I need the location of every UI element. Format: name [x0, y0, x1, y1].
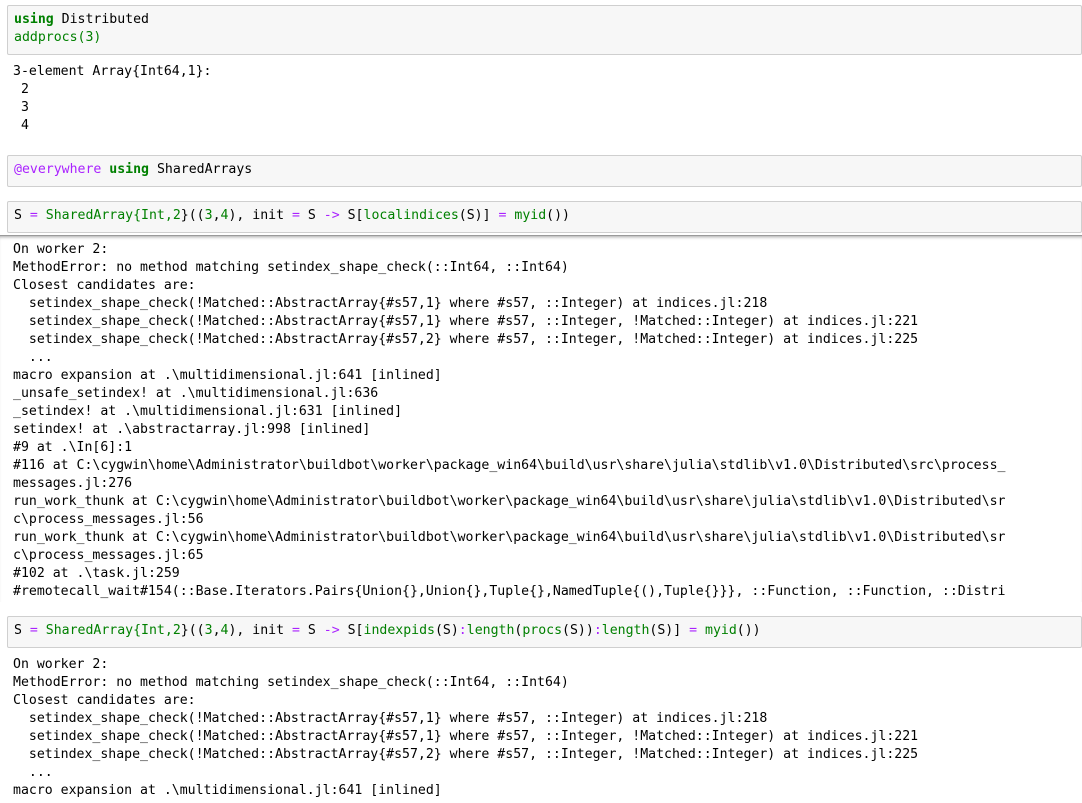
code-token: =: [29, 623, 38, 638]
code-token: }((: [180, 208, 205, 223]
code-token: 2: [172, 623, 181, 638]
code-token: (S): [434, 623, 459, 638]
output-line: setindex_shape_check(!Matched::AbstractA…: [13, 332, 919, 347]
code-token: @everywhere: [14, 162, 102, 177]
output-line: setindex_shape_check(!Matched::AbstractA…: [13, 296, 768, 311]
code-token: S: [299, 623, 324, 638]
output-line: macro expansion at .\multidimensional.jl…: [13, 783, 442, 798]
output-line: setindex_shape_check(!Matched::AbstractA…: [13, 729, 919, 744]
output-line: _unsafe_setindex! at .\multidimensional.…: [13, 386, 379, 401]
code-token: SharedArray{Int,: [37, 208, 173, 223]
code-token: S[: [339, 623, 364, 638]
code-token: ), init: [228, 208, 292, 223]
output-line: ...: [13, 765, 53, 780]
code-token: length: [466, 623, 515, 638]
output-line: MethodError: no method matching setindex…: [13, 675, 569, 690]
code-token: using: [14, 12, 54, 27]
code-token: =: [29, 208, 38, 223]
output-line: On worker 2:: [13, 242, 109, 257]
code-token: ): [562, 208, 570, 223]
code-token: length: [601, 623, 650, 638]
output-line: #9 at .\In[6]:1: [13, 440, 133, 455]
code-token: S: [299, 208, 324, 223]
output-line: MethodError: no method matching setindex…: [13, 260, 569, 275]
code-line: using Distributed: [14, 11, 1075, 29]
code-token: S: [14, 208, 30, 223]
code-token: indexpids: [363, 623, 435, 638]
output-line: run_work_thunk at C:\cygwin\home\Adminis…: [13, 494, 1006, 509]
output-line: #remotecall_wait#154(::Base.Iterators.Pa…: [13, 584, 1006, 599]
output-line: c\process_messages.jl:56: [13, 512, 204, 527]
output-line: Closest candidates are:: [13, 693, 196, 708]
output-line: 2: [13, 82, 29, 97]
code-token: SharedArrays: [149, 162, 253, 177]
output-line: #116 at C:\cygwin\home\Administrator\bui…: [13, 458, 1006, 473]
output-line: #102 at .\task.jl:259: [13, 566, 180, 581]
code-token: S[: [339, 208, 364, 223]
code-token: Distributed: [53, 12, 149, 27]
code-cell-input-3[interactable]: S = SharedArray{Int,2}((3,4), init = S -…: [7, 201, 1082, 233]
output-line: c\process_messages.jl:65: [13, 548, 204, 563]
code-token: using: [109, 162, 149, 177]
code-token: =: [292, 623, 300, 638]
code-token: }((: [180, 623, 205, 638]
code-token: ->: [323, 208, 340, 223]
code-cell-input-4[interactable]: S = SharedArray{Int,2}((3,4), init = S -…: [7, 616, 1082, 648]
output-line: setindex_shape_check(!Matched::AbstractA…: [13, 314, 919, 329]
code-token: localindices: [363, 208, 459, 223]
code-line: S = SharedArray{Int,2}((3,4), init = S -…: [14, 622, 1075, 640]
output-line: ...: [13, 350, 53, 365]
code-cell-input-1[interactable]: using Distributed addprocs(3): [7, 5, 1082, 55]
code-token: ,: [212, 208, 221, 223]
code-token: myid: [705, 623, 737, 638]
code-token: addprocs(3): [14, 30, 102, 45]
code-token: ()): [736, 623, 761, 638]
code-token: 3: [204, 623, 213, 638]
code-line: S = SharedArray{Int,2}((3,4), init = S -…: [14, 207, 1075, 225]
output-line: setindex_shape_check(!Matched::AbstractA…: [13, 747, 919, 762]
output-line: setindex_shape_check(!Matched::AbstractA…: [13, 711, 768, 726]
code-token: :: [458, 623, 467, 638]
code-cell-output-3-scroll-area[interactable]: On worker 2: MethodError: no method match…: [0, 235, 1082, 602]
output-line: _setindex! at .\multidimensional.jl:631 …: [13, 404, 403, 419]
code-token: 3: [204, 208, 213, 223]
code-token: procs: [522, 623, 563, 638]
code-cell-input-2[interactable]: @everywhere using SharedArrays: [7, 155, 1082, 187]
output-line: On worker 2:: [13, 657, 109, 672]
code-token: (S)): [562, 623, 594, 638]
code-token: =: [292, 208, 300, 223]
code-token: SharedArray{Int,: [37, 623, 173, 638]
output-line: 3-element Array{Int64,1}:: [13, 64, 212, 79]
output-line: messages.jl:276: [13, 476, 133, 491]
code-line: addprocs(3): [14, 29, 1075, 47]
code-cell-output-4: On worker 2: MethodError: no method match…: [0, 656, 1082, 803]
code-token: myid: [514, 208, 547, 223]
code-token: (): [546, 208, 563, 223]
code-token: S: [14, 623, 30, 638]
output-line: Closest candidates are:: [13, 278, 196, 293]
output-line: setindex! at .\abstractarray.jl:998 [inl…: [13, 422, 371, 437]
output-line: macro expansion at .\multidimensional.jl…: [13, 368, 442, 383]
output-line: run_work_thunk at C:\cygwin\home\Adminis…: [13, 530, 1006, 545]
code-token: ,: [212, 623, 221, 638]
output-line: 4: [13, 118, 29, 133]
output-line: 3: [13, 100, 29, 115]
code-token: =: [689, 623, 698, 638]
code-token: ->: [323, 623, 340, 638]
code-cell-output-1: 3-element Array{Int64,1}: 2 3 4: [0, 63, 1082, 143]
code-token: (S)]: [458, 208, 499, 223]
code-line: @everywhere using SharedArrays: [14, 161, 1075, 179]
code-token: 2: [172, 208, 181, 223]
code-token: ), init: [228, 623, 292, 638]
code-token: (S)]: [649, 623, 690, 638]
code-token: :: [593, 623, 602, 638]
